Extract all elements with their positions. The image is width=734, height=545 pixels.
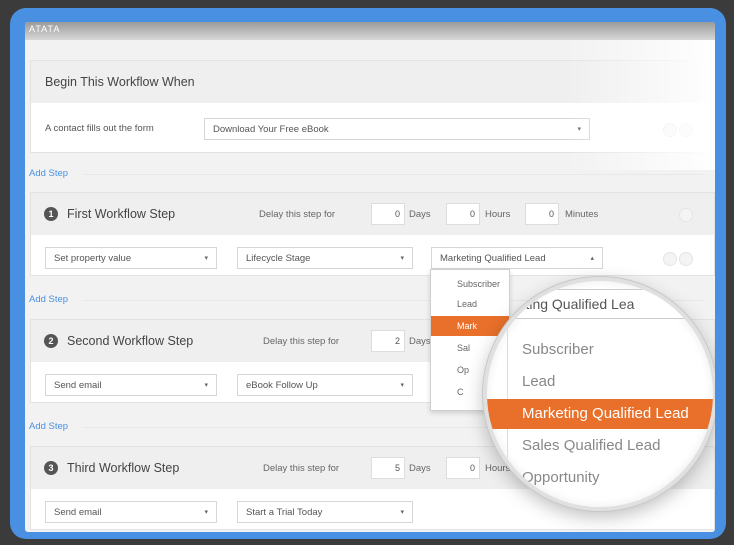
magnified-option[interactable]: Sales Qualified Lead [487,431,713,461]
step-number-badge: 2 [44,334,58,348]
email-select-value: Start a Trial Today [246,507,323,518]
trigger-title: Begin This Workflow When [45,75,195,89]
days-unit: Days [409,336,431,347]
chevron-down-icon: ▾ [577,126,581,133]
action-select[interactable]: Set property value ▾ [45,247,217,269]
property-select[interactable]: Lifecycle Stage ▾ [237,247,413,269]
step-1-panel: 1 First Workflow Step Delay this step fo… [30,192,715,276]
delay-label: Delay this step for [259,209,336,220]
delay-hours-input[interactable]: 0 [446,203,480,225]
chevron-down-icon: ▾ [400,509,404,516]
email-select-value: eBook Follow Up [246,380,318,391]
trigger-condition-label: A contact fills out the form [45,123,154,134]
magnified-select-field: rketing Qualified Lea [487,289,713,319]
circle-button[interactable] [679,123,693,137]
trigger-panel-header: Begin This Workflow When [31,61,714,103]
chevron-up-icon: ▴ [590,255,594,262]
action-select-value: Set property value [54,253,132,264]
divider [83,174,703,175]
step-title: Second Workflow Step [67,334,194,348]
value-select[interactable]: Marketing Qualified Lead ▴ [431,247,603,269]
magnified-option[interactable]: Opportunity [487,463,713,493]
days-unit: Days [409,209,431,220]
action-select-value: Send email [54,380,102,391]
days-unit: Days [409,463,431,474]
form-select[interactable]: Download Your Free eBook ▾ [204,118,590,140]
delay-label: Delay this step for [263,463,340,474]
window-topbar: ATATA [25,22,715,40]
minutes-unit: Minutes [565,209,599,220]
step-number-badge: 3 [44,461,58,475]
add-step-link[interactable]: Add Step [29,294,68,305]
delay-minutes-input[interactable]: 0 [525,203,559,225]
trigger-panel: Begin This Workflow When A contact fills… [30,60,715,153]
property-select-value: Lifecycle Stage [246,253,311,264]
action-select[interactable]: Send email ▾ [45,374,217,396]
circle-button[interactable] [663,252,677,266]
chevron-down-icon: ▾ [400,382,404,389]
action-select-value: Send email [54,507,102,518]
delay-label: Delay this step for [263,336,340,347]
chevron-down-icon: ▾ [204,255,208,262]
workflow-screen: ATATA Begin This Workflow When A contact… [25,22,715,532]
delay-days-input[interactable]: 2 [371,330,405,352]
delay-hours-input[interactable]: 0 [446,457,480,479]
chevron-down-icon: ▾ [204,509,208,516]
delay-days-input[interactable]: 5 [371,457,405,479]
magnifier-lens: rketing Qualified Lea Subscriber Lead Ma… [483,277,715,511]
circle-button[interactable] [679,208,693,222]
value-select-value: Marketing Qualified Lead [440,253,546,264]
add-step-link[interactable]: Add Step [29,421,68,432]
email-select[interactable]: eBook Follow Up ▾ [237,374,413,396]
email-select[interactable]: Start a Trial Today ▾ [237,501,413,523]
chevron-down-icon: ▾ [204,382,208,389]
step-title: Third Workflow Step [67,461,180,475]
form-select-value: Download Your Free eBook [213,124,329,135]
chevron-down-icon: ▾ [400,255,404,262]
add-step-link[interactable]: Add Step [29,168,68,179]
delay-days-input[interactable]: 0 [371,203,405,225]
magnified-option-selected[interactable]: Marketing Qualified Lead [487,399,713,429]
circle-button[interactable] [663,123,677,137]
hours-unit: Hours [485,209,511,220]
circle-button[interactable] [679,252,693,266]
dropdown-option-selected[interactable]: Mark [431,316,509,336]
magnified-option[interactable]: Lead [487,367,713,397]
step-number-badge: 1 [44,207,58,221]
action-select[interactable]: Send email ▾ [45,501,217,523]
magnified-option[interactable]: Subscriber [487,335,713,365]
step-title: First Workflow Step [67,207,176,221]
step-1-header: 1 First Workflow Step Delay this step fo… [31,193,714,235]
